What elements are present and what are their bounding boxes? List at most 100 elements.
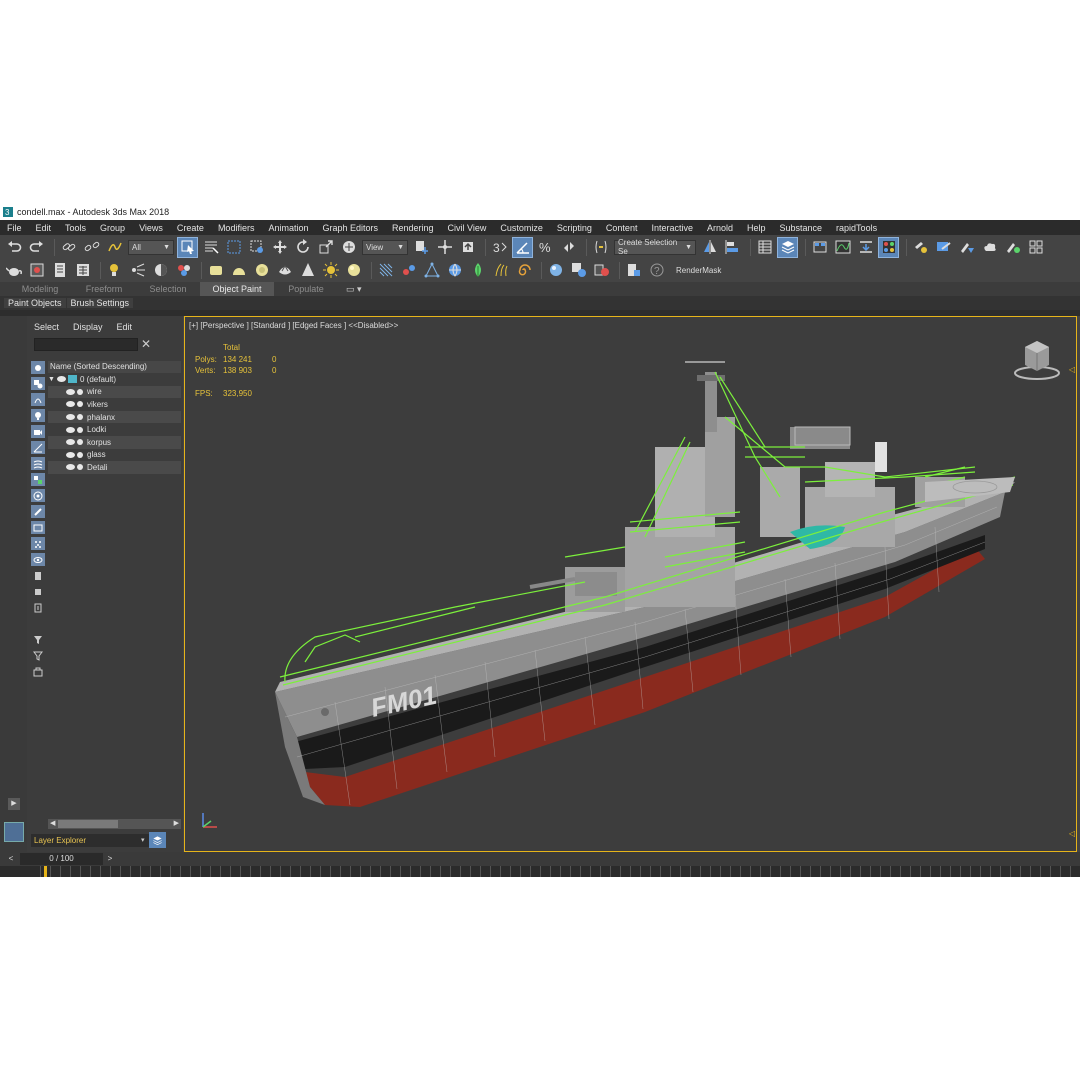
render-in-cloud-icon[interactable] <box>980 238 999 257</box>
cone-icon[interactable] <box>298 261 317 280</box>
track-bar[interactable] <box>0 866 1080 877</box>
select-by-name-icon[interactable] <box>201 238 220 257</box>
menu-interactive[interactable]: Interactive <box>644 223 700 233</box>
sphere-primitive-icon[interactable] <box>252 261 271 280</box>
display-helpers-icon[interactable] <box>31 441 45 454</box>
clear-search-icon[interactable]: ✕ <box>141 338 151 351</box>
spinner-snap-icon[interactable] <box>559 238 578 257</box>
layer-row[interactable]: wire <box>48 385 181 399</box>
menu-customize[interactable]: Customize <box>493 223 550 233</box>
viewport-label[interactable]: [+] [Perspective ] [Standard ] [Edged Fa… <box>189 321 398 330</box>
menu-civil-view[interactable]: Civil View <box>441 223 494 233</box>
explorer-menu-edit[interactable]: Edit <box>110 322 140 332</box>
filter-funnel-icon[interactable] <box>31 633 45 646</box>
selection-filter-dropdown[interactable]: All ▼ <box>128 239 174 255</box>
sphere-icon[interactable] <box>344 261 363 280</box>
particle-icon[interactable] <box>128 261 147 280</box>
visibility-eye-icon[interactable] <box>66 426 75 433</box>
visibility-eye-icon[interactable] <box>66 401 75 408</box>
perspective-viewport[interactable]: FM01 [+] [Perspective ] [Standard ] [Edg… <box>184 316 1077 852</box>
schematic-view-icon[interactable] <box>856 238 875 257</box>
window-crossing-icon[interactable] <box>247 238 266 257</box>
calculator-icon[interactable] <box>73 261 92 280</box>
visibility-eye-icon[interactable] <box>66 414 75 421</box>
render-production-icon[interactable] <box>957 238 976 257</box>
display-dependencies-icon[interactable] <box>31 601 45 614</box>
column-header-name[interactable]: Name (Sorted Descending) <box>48 361 181 373</box>
visibility-eye-icon[interactable] <box>66 464 75 471</box>
tab-populate[interactable]: Populate <box>274 284 338 294</box>
scale-icon[interactable] <box>316 238 335 257</box>
align-icon[interactable] <box>723 238 742 257</box>
menu-rapidtools[interactable]: rapidTools <box>829 223 884 233</box>
keyboard-shortcut-icon[interactable] <box>458 238 477 257</box>
menu-rendering[interactable]: Rendering <box>385 223 441 233</box>
layer-row[interactable]: phalanx <box>48 410 181 424</box>
menu-animation[interactable]: Animation <box>261 223 315 233</box>
tree-icon[interactable] <box>468 261 487 280</box>
place-icon[interactable] <box>339 238 358 257</box>
menu-views[interactable]: Views <box>132 223 170 233</box>
selection-set-dropdown[interactable]: Create Selection Se ▼ <box>614 238 696 256</box>
menu-help[interactable]: Help <box>740 223 773 233</box>
horizontal-scrollbar[interactable]: ◀ ▶ <box>48 819 181 829</box>
menu-tools[interactable]: Tools <box>58 223 93 233</box>
time-slider[interactable]: < 0 / 100 > <box>0 852 1080 866</box>
freeze-dot-icon[interactable] <box>77 451 83 458</box>
freeze-dot-icon[interactable] <box>77 401 83 408</box>
layer-row[interactable]: vikers <box>48 398 181 411</box>
find-icon[interactable] <box>31 665 45 678</box>
menu-modifiers[interactable]: Modifiers <box>211 223 262 233</box>
menu-edit[interactable]: Edit <box>29 223 59 233</box>
undo-icon[interactable] <box>4 238 23 257</box>
tab-modeling[interactable]: Modeling <box>8 284 72 294</box>
menu-file[interactable]: File <box>0 223 29 233</box>
tab-freeform[interactable]: Freeform <box>72 284 136 294</box>
next-frame-icon[interactable]: > <box>105 853 115 865</box>
snaps-toggle-icon[interactable]: 3 <box>490 238 509 257</box>
material-map-icon[interactable] <box>569 261 588 280</box>
layer-row[interactable]: Detali <box>48 461 181 474</box>
molecule-icon[interactable] <box>399 261 418 280</box>
menu-graph-editors[interactable]: Graph Editors <box>315 223 385 233</box>
ribbon-options-icon[interactable]: ▭ ▾ <box>346 284 362 295</box>
percent-snap-icon[interactable]: % <box>536 238 555 257</box>
panel-paint-objects[interactable]: Paint Objects <box>4 298 66 308</box>
viewcube-icon[interactable] <box>1011 337 1063 381</box>
time-slider-thumb[interactable]: 0 / 100 <box>20 853 103 865</box>
render-setup-icon[interactable] <box>911 238 930 257</box>
explorer-menu-select[interactable]: Select <box>27 322 66 332</box>
layer-row-default[interactable]: ▼ 0 (default) <box>48 373 181 386</box>
angle-snap-icon[interactable] <box>512 236 533 258</box>
link-icon[interactable] <box>59 238 78 257</box>
menu-arnold[interactable]: Arnold <box>700 223 740 233</box>
display-containers-icon[interactable] <box>31 521 45 534</box>
menu-substance[interactable]: Substance <box>773 223 830 233</box>
pattern-icon[interactable] <box>376 261 395 280</box>
display-lights-icon[interactable] <box>31 409 45 422</box>
material-ball-icon[interactable] <box>546 261 565 280</box>
select-object-icon[interactable] <box>177 236 198 258</box>
menu-create[interactable]: Create <box>170 223 211 233</box>
expand-left-icon[interactable]: ◁ <box>1069 829 1075 838</box>
dome-icon[interactable] <box>229 261 248 280</box>
freeze-dot-icon[interactable] <box>77 414 83 421</box>
tab-selection[interactable]: Selection <box>136 284 200 294</box>
light-bulb-icon[interactable] <box>105 261 124 280</box>
move-icon[interactable] <box>270 238 289 257</box>
viewport-layout-icon[interactable] <box>4 822 24 842</box>
scroll-right-icon[interactable]: ▶ <box>174 819 179 829</box>
teapot-icon[interactable] <box>4 261 23 280</box>
freeze-dot-icon[interactable] <box>77 464 83 471</box>
render-mask-label[interactable]: RenderMask <box>676 266 721 275</box>
collapse-arrow-icon[interactable]: ▼ <box>48 376 55 383</box>
display-xrefs-icon[interactable] <box>31 489 45 502</box>
shell-icon[interactable] <box>275 261 294 280</box>
toggle-ribbon-icon[interactable] <box>810 238 829 257</box>
render-frame-icon[interactable] <box>27 261 46 280</box>
substance-icon[interactable] <box>592 261 611 280</box>
bind-spacewarp-icon[interactable] <box>105 238 124 257</box>
layer-row[interactable]: glass <box>48 449 181 462</box>
expand-arrow-icon[interactable]: ▶ <box>8 798 20 810</box>
display-groups-icon[interactable] <box>31 473 45 486</box>
